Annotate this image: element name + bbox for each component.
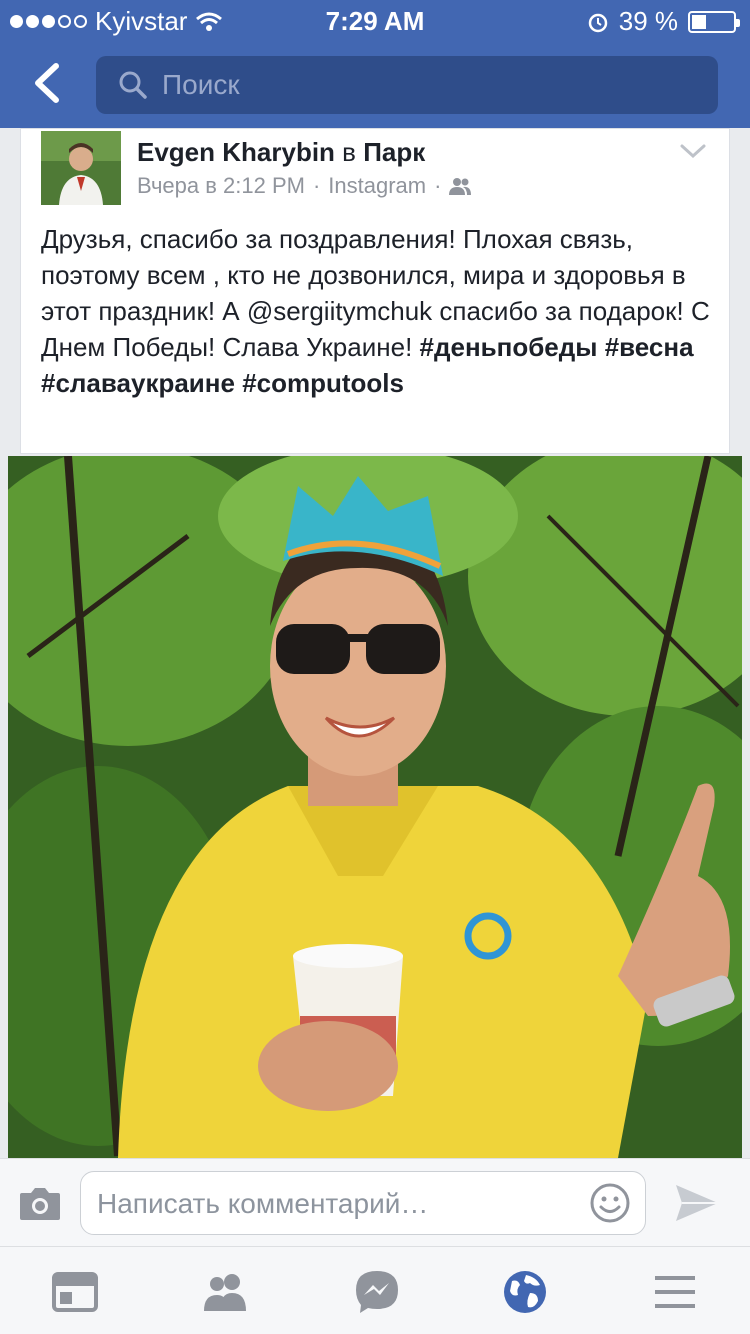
hashtag[interactable]: #славаукраине: [41, 368, 235, 398]
status-right: 39 %: [587, 6, 740, 37]
avatar[interactable]: [41, 131, 121, 205]
battery-percent: 39 %: [618, 6, 678, 36]
post-text: Друзья, спасибо за поздравления! Плохая …: [41, 221, 721, 401]
post-meta: Вчера в 2:12 PM · Instagram ·: [137, 173, 472, 199]
meta-separator: ·: [434, 173, 442, 198]
comment-input[interactable]: Написать комментарий…: [80, 1171, 646, 1235]
post-source: Instagram: [328, 173, 427, 198]
chevron-down-icon[interactable]: [679, 141, 707, 161]
post-photo[interactable]: [8, 456, 742, 1158]
in-word: в: [342, 137, 356, 167]
camera-icon[interactable]: [18, 1185, 62, 1221]
search-input[interactable]: Поиск: [96, 56, 718, 114]
place-name[interactable]: Парк: [363, 137, 425, 167]
friends-icon[interactable]: [200, 1267, 250, 1317]
send-icon[interactable]: [672, 1181, 722, 1225]
battery-icon: [688, 10, 740, 33]
status-bar: Kyivstar 7:29 AM 39 %: [0, 0, 750, 40]
hashtag[interactable]: #computools: [242, 368, 404, 398]
smiley-icon[interactable]: [589, 1182, 631, 1224]
author-name[interactable]: Evgen Kharybin: [137, 137, 335, 167]
alarm-icon: [588, 13, 607, 32]
search-icon: [119, 71, 147, 99]
globe-icon[interactable]: [500, 1267, 550, 1317]
comment-bar: Написать комментарий…: [0, 1158, 750, 1246]
tab-bar: [0, 1246, 750, 1334]
menu-icon[interactable]: [650, 1267, 700, 1317]
hashtag[interactable]: #деньпобеды: [420, 332, 598, 362]
search-placeholder: Поиск: [162, 69, 240, 100]
post-time[interactable]: Вчера в 2:12 PM: [137, 173, 305, 199]
chevron-left-icon[interactable]: [28, 58, 68, 108]
post-card: Evgen Kharybin в Парк Вчера в 2:12 PM · …: [20, 128, 730, 454]
news-feed-icon[interactable]: [50, 1267, 100, 1317]
top-bar: Kyivstar 7:29 AM 39 % Поиск: [0, 0, 750, 128]
hashtag[interactable]: #весна: [605, 332, 694, 362]
friends-icon: [449, 178, 472, 195]
post-header-title: Evgen Kharybin в Парк: [137, 137, 425, 168]
comment-placeholder: Написать комментарий…: [97, 1188, 429, 1219]
messenger-icon[interactable]: [352, 1267, 402, 1317]
meta-separator: ·: [312, 173, 321, 198]
